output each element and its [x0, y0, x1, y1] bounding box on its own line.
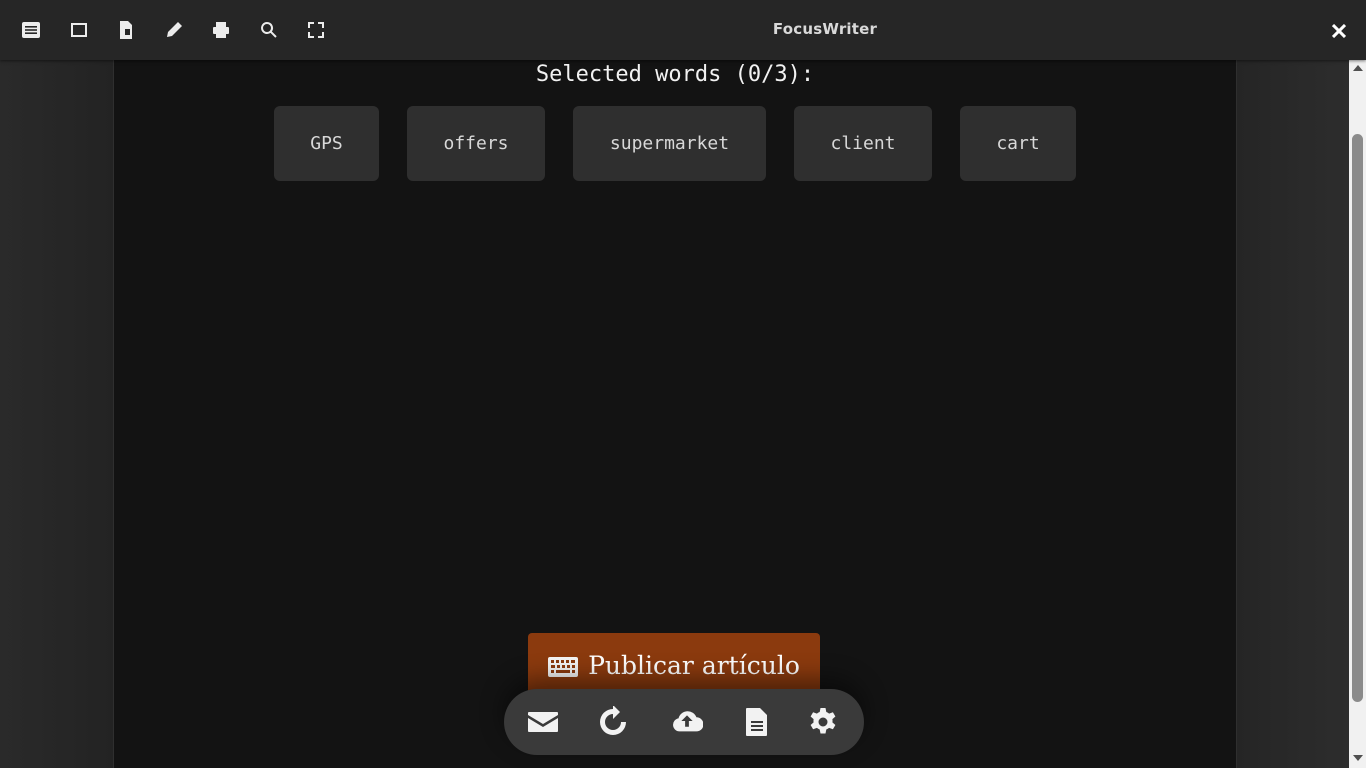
right-margin	[1237, 60, 1349, 768]
word-chip-cart[interactable]: cart	[960, 106, 1076, 181]
fullscreen-icon[interactable]	[304, 18, 328, 42]
list-icon[interactable]	[19, 18, 43, 42]
top-toolbar: FocusWriter	[0, 0, 1366, 60]
word-chip-offers[interactable]: offers	[407, 106, 545, 181]
document-icon[interactable]	[114, 18, 138, 42]
publish-article-label: Publicar artículo	[588, 651, 800, 680]
gear-icon[interactable]	[806, 705, 840, 739]
search-icon[interactable]	[257, 18, 281, 42]
word-chip-supermarket[interactable]: supermarket	[573, 106, 766, 181]
close-icon[interactable]	[1328, 20, 1350, 42]
square-icon[interactable]	[67, 18, 91, 42]
pencil-icon[interactable]	[162, 18, 186, 42]
refresh-icon[interactable]	[596, 705, 630, 739]
envelope-icon[interactable]	[526, 705, 560, 739]
left-margin	[0, 60, 113, 768]
vertical-scrollbar[interactable]	[1349, 60, 1366, 768]
file-icon[interactable]	[740, 705, 774, 739]
cloud-upload-icon[interactable]	[670, 705, 704, 739]
scroll-up-icon[interactable]	[1352, 64, 1363, 72]
scrollbar-thumb[interactable]	[1352, 134, 1363, 702]
selected-words-label: Selected words (0/3):	[535, 62, 815, 87]
bottom-dock	[504, 689, 864, 755]
word-chip-client[interactable]: client	[794, 106, 932, 181]
scroll-down-icon[interactable]	[1352, 754, 1363, 762]
app-title: FocusWriter	[772, 20, 878, 38]
word-chip-gps[interactable]: GPS	[274, 106, 379, 181]
keyboard-icon	[548, 657, 579, 677]
printer-icon[interactable]	[209, 18, 233, 42]
